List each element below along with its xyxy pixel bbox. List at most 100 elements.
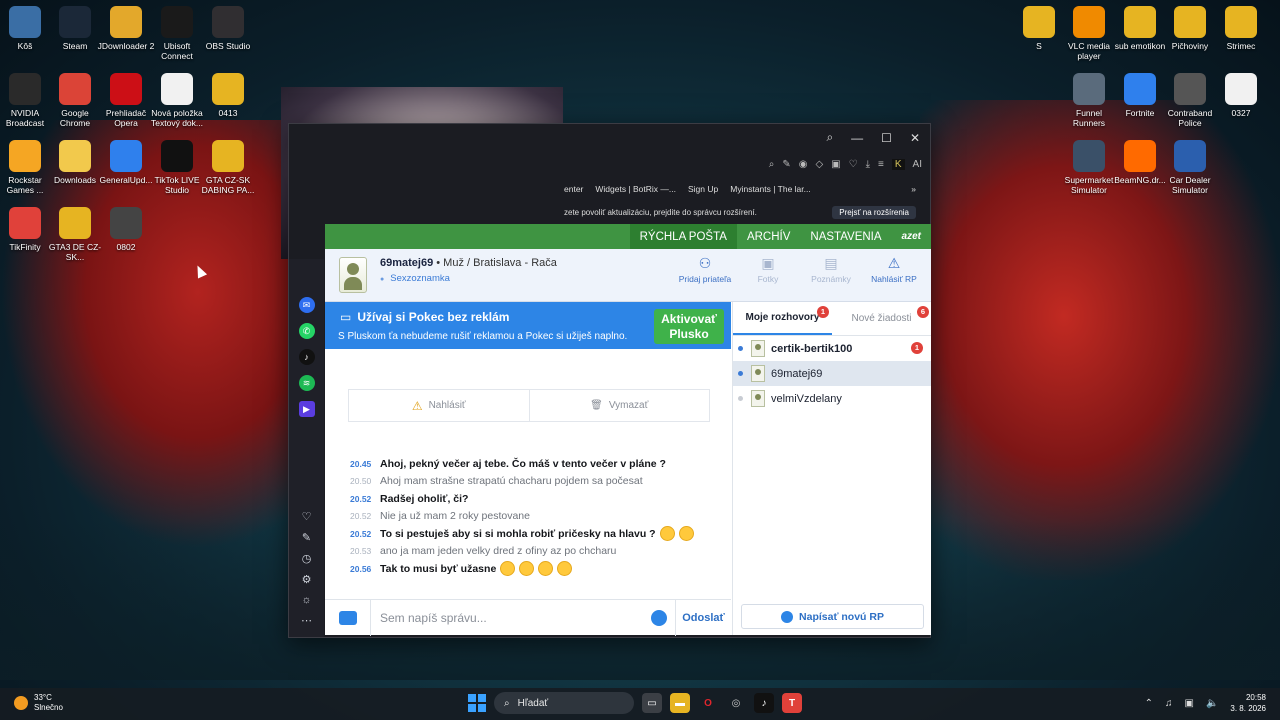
desktop-shortcut[interactable]: GeneralUpd... bbox=[97, 140, 155, 185]
desktop-shortcut[interactable]: GTA CZ-SK DABING PA... bbox=[199, 140, 257, 195]
tikfinity-icon[interactable]: T bbox=[782, 693, 802, 713]
chat-message: 20.52 Radšej oholiť, či? bbox=[350, 490, 720, 508]
desktop-shortcut[interactable]: TikTok LIVE Studio bbox=[148, 140, 206, 195]
tiktok-icon[interactable]: ♪ bbox=[298, 349, 315, 365]
messenger-icon[interactable]: ✉ bbox=[298, 297, 315, 313]
azet-logo[interactable]: azet bbox=[892, 224, 931, 249]
tab-my-chats[interactable]: Moje rozhovory 1 bbox=[733, 302, 832, 335]
task-view-icon[interactable]: ▭ bbox=[642, 693, 662, 713]
desktop-shortcut[interactable]: Strimec bbox=[1212, 6, 1270, 51]
username[interactable]: 69matej69 bbox=[380, 257, 433, 269]
conversation-item[interactable]: velmiVzdelany bbox=[733, 386, 931, 411]
ai-button[interactable]: AI bbox=[913, 159, 922, 170]
desktop-shortcut[interactable]: Prehliadač Opera bbox=[97, 73, 155, 128]
volume-icon[interactable]: 🔈 bbox=[1206, 698, 1218, 709]
shield-icon[interactable]: ◇ bbox=[815, 159, 823, 170]
taskbar-search[interactable]: ⌕ Hľadať bbox=[494, 692, 634, 714]
cube-icon[interactable]: ▣ bbox=[831, 159, 840, 170]
weather-widget[interactable]: 33°C Slnečno bbox=[14, 693, 63, 713]
delete-button[interactable]: 🗑 Vymazať bbox=[528, 390, 710, 421]
desktop-shortcut[interactable]: Funnel Runners bbox=[1060, 73, 1118, 128]
opera-icon[interactable]: O bbox=[698, 693, 718, 713]
settings-icon[interactable]: ⚙ bbox=[302, 573, 312, 586]
desktop-shortcut[interactable]: Ubisoft Connect bbox=[148, 6, 206, 61]
zoom-icon[interactable]: ⌕ bbox=[769, 159, 775, 170]
extension-icon[interactable]: K bbox=[891, 158, 905, 170]
tab-archive[interactable]: ARCHÍV bbox=[737, 224, 800, 249]
conversation-item[interactable]: certik-bertik100 1 bbox=[733, 336, 931, 361]
desktop-shortcut[interactable]: GTA3 DE CZ-SK... bbox=[46, 207, 104, 262]
emoji-icon[interactable] bbox=[651, 609, 667, 626]
tab-quick-mail[interactable]: RÝCHLA POŠTA bbox=[629, 224, 737, 249]
desktop-shortcut-label: Contraband Police bbox=[1167, 108, 1213, 128]
video-file-icon bbox=[1225, 73, 1257, 105]
desktop-shortcut[interactable]: 0327 bbox=[1212, 73, 1270, 118]
tab-new-requests[interactable]: Nové žiadosti 6 bbox=[832, 302, 931, 335]
desktop-shortcut[interactable]: Google Chrome bbox=[46, 73, 104, 128]
obs-icon[interactable]: ◎ bbox=[726, 693, 746, 713]
activate-plusko-button[interactable]: Aktivovať Plusko bbox=[654, 309, 724, 344]
maximize-button[interactable]: ☐ bbox=[881, 131, 892, 145]
photos-button[interactable]: ▣ Fotky bbox=[737, 255, 799, 284]
player-icon[interactable]: ▶ bbox=[298, 401, 315, 417]
desktop-shortcut[interactable]: Car Dealer Simulator bbox=[1161, 140, 1219, 195]
desktop-shortcut[interactable]: OBS Studio bbox=[199, 6, 257, 51]
desktop-shortcut[interactable]: Pičhoviny bbox=[1161, 6, 1219, 51]
download-icon[interactable]: ⤓ bbox=[866, 159, 870, 170]
desktop-shortcut[interactable]: JDownloader 2 bbox=[97, 6, 155, 51]
edit-icon[interactable]: ✎ bbox=[302, 531, 311, 544]
avatar[interactable] bbox=[339, 257, 367, 293]
whatsapp-icon[interactable]: ✆ bbox=[298, 323, 315, 339]
desktop-shortcut[interactable]: Contraband Police bbox=[1161, 73, 1219, 128]
report-rp-button[interactable]: ⚠ Nahlásiť RP bbox=[863, 255, 925, 284]
file-explorer-icon[interactable]: ▬ bbox=[670, 693, 690, 713]
desktop-shortcut[interactable]: Steam bbox=[46, 6, 104, 51]
message-input[interactable] bbox=[371, 610, 651, 625]
more-icon[interactable]: ⋯ bbox=[301, 614, 312, 627]
camera-button[interactable] bbox=[325, 599, 371, 636]
tiktok-icon[interactable]: ♪ bbox=[754, 693, 774, 713]
game-icon bbox=[1073, 73, 1105, 105]
heart-icon[interactable]: ♡ bbox=[302, 510, 312, 523]
desktop-shortcut[interactable]: VLC media player bbox=[1060, 6, 1118, 61]
lightbulb-icon[interactable]: ☼ bbox=[301, 594, 311, 606]
desktop-shortcut[interactable]: 0413 bbox=[199, 73, 257, 118]
desktop-shortcut[interactable]: Downloads bbox=[46, 140, 104, 185]
pokec-page: RÝCHLA POŠTA ARCHÍV NASTAVENIA azet 69ma… bbox=[325, 224, 931, 636]
conversation-item[interactable]: 69matej69 bbox=[733, 361, 931, 386]
clock[interactable]: 20:58 3. 8. 2026 bbox=[1230, 692, 1266, 714]
edit-icon[interactable]: ✎ bbox=[782, 159, 790, 170]
desktop-shortcut[interactable]: Supermarket Simulator bbox=[1060, 140, 1118, 195]
chevron-up-icon[interactable]: ⌃ bbox=[1145, 698, 1153, 709]
send-button[interactable]: Odoslať bbox=[675, 599, 731, 636]
go-to-extensions-button[interactable]: Prejsť na rozšírenia bbox=[832, 206, 916, 219]
desktop-shortcut[interactable]: 0802 bbox=[97, 207, 155, 252]
camera-icon[interactable]: ◉ bbox=[799, 159, 808, 170]
chevron-right-icon[interactable]: » bbox=[911, 184, 916, 194]
history-icon[interactable]: ◷ bbox=[302, 552, 312, 565]
avatar bbox=[751, 340, 765, 357]
bookmark-item[interactable]: Sign Up bbox=[688, 184, 718, 194]
new-rp-button[interactable]: Napísať novú RP bbox=[741, 604, 924, 629]
mic-icon[interactable]: ♫ bbox=[1165, 698, 1173, 709]
network-icon[interactable]: ▣ bbox=[1185, 698, 1194, 709]
start-button[interactable] bbox=[468, 694, 486, 712]
notes-button[interactable]: ▤ Poznámky bbox=[800, 255, 862, 284]
desktop-shortcut[interactable]: Nová položka Textový dok... bbox=[148, 73, 206, 128]
message-text: Ahoj, pekný večer aj tebe. Čo máš v tent… bbox=[380, 457, 666, 470]
user-section[interactable]: Sexzoznamka bbox=[380, 273, 450, 284]
add-friend-button[interactable]: ⚇ Pridaj priateľa bbox=[674, 255, 736, 284]
search-icon[interactable]: ⌕ bbox=[826, 130, 833, 145]
bookmark-item[interactable]: Widgets | BotRix —... bbox=[595, 184, 676, 194]
bookmark-item[interactable]: enter bbox=[564, 184, 583, 194]
bookmark-item[interactable]: Myinstants | The lar... bbox=[730, 184, 810, 194]
menu-icon[interactable]: ≡ bbox=[878, 159, 884, 170]
close-button[interactable]: ✕ bbox=[910, 131, 920, 145]
desktop-shortcut-label: Prehliadač Opera bbox=[105, 108, 147, 128]
minimize-button[interactable]: — bbox=[851, 131, 863, 145]
report-button[interactable]: ⚠ Nahlásiť bbox=[349, 390, 529, 421]
spotify-icon[interactable]: ≋ bbox=[298, 375, 315, 391]
heart-icon[interactable]: ♡ bbox=[849, 159, 858, 170]
fortnite-icon bbox=[1124, 73, 1156, 105]
tab-settings[interactable]: NASTAVENIA bbox=[800, 224, 891, 249]
